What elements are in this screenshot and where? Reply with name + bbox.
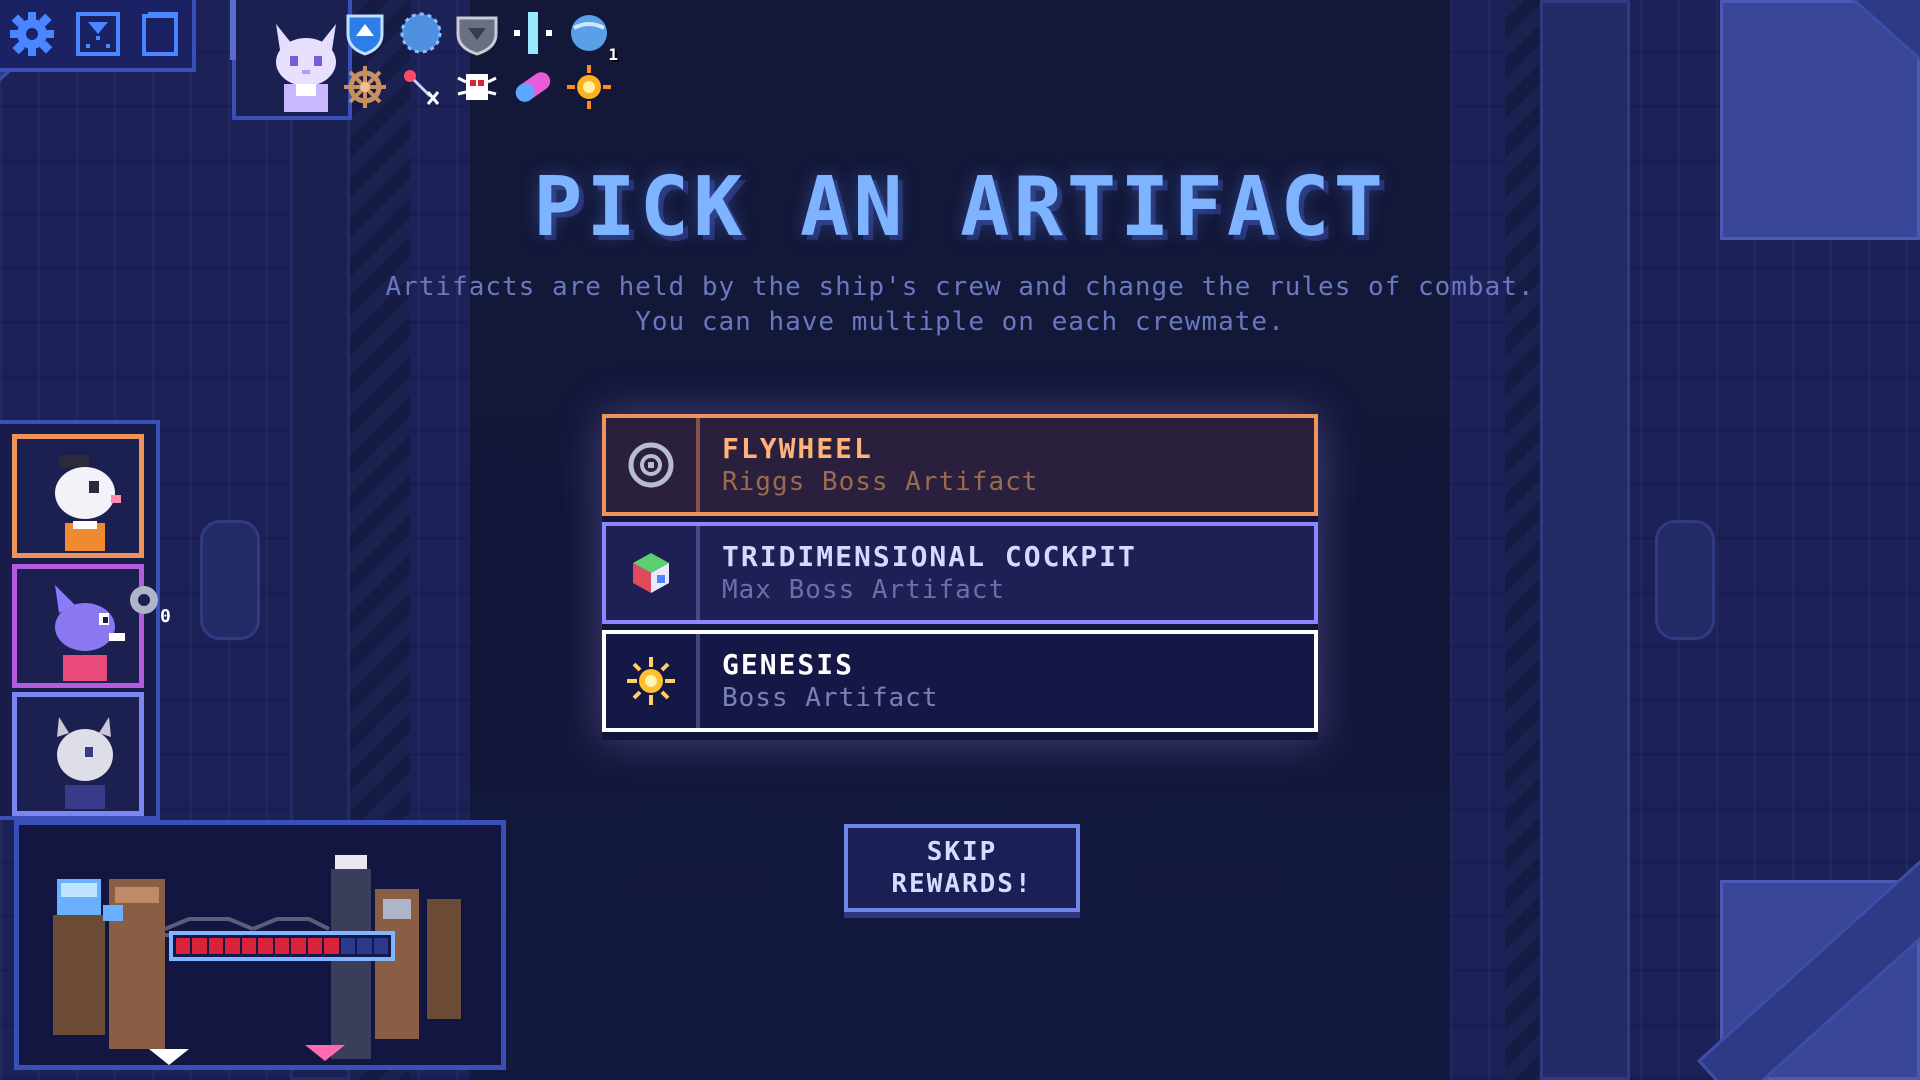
crew-portrait-max[interactable] — [12, 564, 144, 688]
artifact-icon-cell — [606, 418, 700, 512]
background-pillar — [1655, 520, 1715, 640]
hull-segment — [324, 938, 339, 954]
hull-segment-empty — [357, 938, 372, 954]
artifact-subtitle: Max Boss Artifact — [722, 575, 1006, 605]
skip-label-line2: REWARDS! — [891, 869, 1033, 899]
sun-icon — [627, 657, 675, 705]
crew-portrait-riggs[interactable] — [12, 434, 144, 558]
crew-status-badge: 0 — [126, 582, 171, 627]
hull-segment — [225, 938, 240, 954]
artifact-text: GENESIS Boss Artifact — [700, 634, 939, 728]
page-title: PICK AN ARTIFACT — [533, 160, 1387, 255]
hull-segment-empty — [340, 938, 356, 954]
hull-segment — [291, 938, 306, 954]
cat-icon — [276, 24, 336, 112]
artifact-subtitle: Riggs Boss Artifact — [722, 467, 1039, 497]
ship-panel[interactable] — [14, 820, 506, 1070]
artifact-name: FLYWHEEL — [722, 432, 873, 465]
cube-icon — [633, 553, 669, 593]
artifact-text: TRIDIMENSIONAL COCKPIT Max Boss Artifact — [700, 526, 1137, 620]
crew-portrait-isaac[interactable] — [12, 692, 144, 816]
shield-up-icon[interactable] — [342, 10, 388, 56]
flywheel-icon — [628, 442, 674, 488]
hull-segment — [176, 938, 191, 954]
crystal-bar-icon[interactable] — [510, 10, 556, 56]
artifact-choice-list: FLYWHEEL Riggs Boss Artifact TRIDIMENSIO… — [602, 414, 1318, 740]
hull-segment — [192, 938, 207, 954]
opossum-icon — [55, 455, 121, 551]
artifact-choice-flywheel[interactable]: FLYWHEEL Riggs Boss Artifact — [602, 414, 1318, 516]
goat-icon — [57, 717, 113, 809]
hull-segment — [307, 938, 323, 954]
gear-icon[interactable] — [6, 8, 58, 60]
skip-label-line1: SKIP — [926, 837, 998, 867]
background-pillar — [200, 520, 260, 640]
hull-segment — [208, 938, 224, 954]
skip-rewards-button[interactable]: SKIP REWARDS! — [844, 824, 1080, 912]
artifact-counter: 1 — [608, 45, 618, 64]
portrait-tab — [230, 0, 236, 60]
hull-segment — [274, 938, 290, 954]
hull-segment-empty — [373, 938, 389, 954]
artifact-name: GENESIS — [722, 648, 855, 681]
hull-segment — [258, 938, 273, 954]
artifact-icon-cell — [606, 526, 700, 620]
pill-icon[interactable] — [510, 64, 556, 110]
crew-badge-count: 0 — [160, 606, 170, 626]
artifact-subtitle: Boss Artifact — [722, 683, 939, 713]
lizard-icon — [55, 585, 125, 681]
wheel-icon[interactable] — [342, 64, 388, 110]
top-toolbar — [0, 0, 196, 72]
grey-shield-icon[interactable] — [454, 10, 500, 56]
globe-icon[interactable]: 1 — [566, 10, 618, 64]
page-description-line1: Artifacts are held by the ship's crew an… — [385, 272, 1535, 302]
artifact-choice-tridimensional-cockpit[interactable]: TRIDIMENSIONAL COCKPIT Max Boss Artifact — [602, 522, 1318, 624]
hull-bar — [169, 931, 395, 961]
blue-orb-icon[interactable] — [398, 10, 444, 56]
artifact-icon-cell — [606, 634, 700, 728]
card-icon[interactable] — [134, 8, 186, 60]
spark-icon[interactable] — [398, 64, 444, 110]
page-description-line2: You can have multiple on each crewmate. — [635, 307, 1285, 337]
hull-segment — [241, 938, 257, 954]
artifact-choice-genesis[interactable]: GENESIS Boss Artifact — [602, 630, 1318, 732]
deck-icon[interactable] — [72, 8, 124, 60]
sun-icon[interactable] — [566, 64, 612, 110]
artifact-text: FLYWHEEL Riggs Boss Artifact — [700, 418, 1038, 512]
artifact-name: TRIDIMENSIONAL COCKPIT — [722, 540, 1137, 573]
captain-portrait[interactable] — [230, 0, 352, 120]
bug-icon[interactable] — [454, 64, 500, 110]
